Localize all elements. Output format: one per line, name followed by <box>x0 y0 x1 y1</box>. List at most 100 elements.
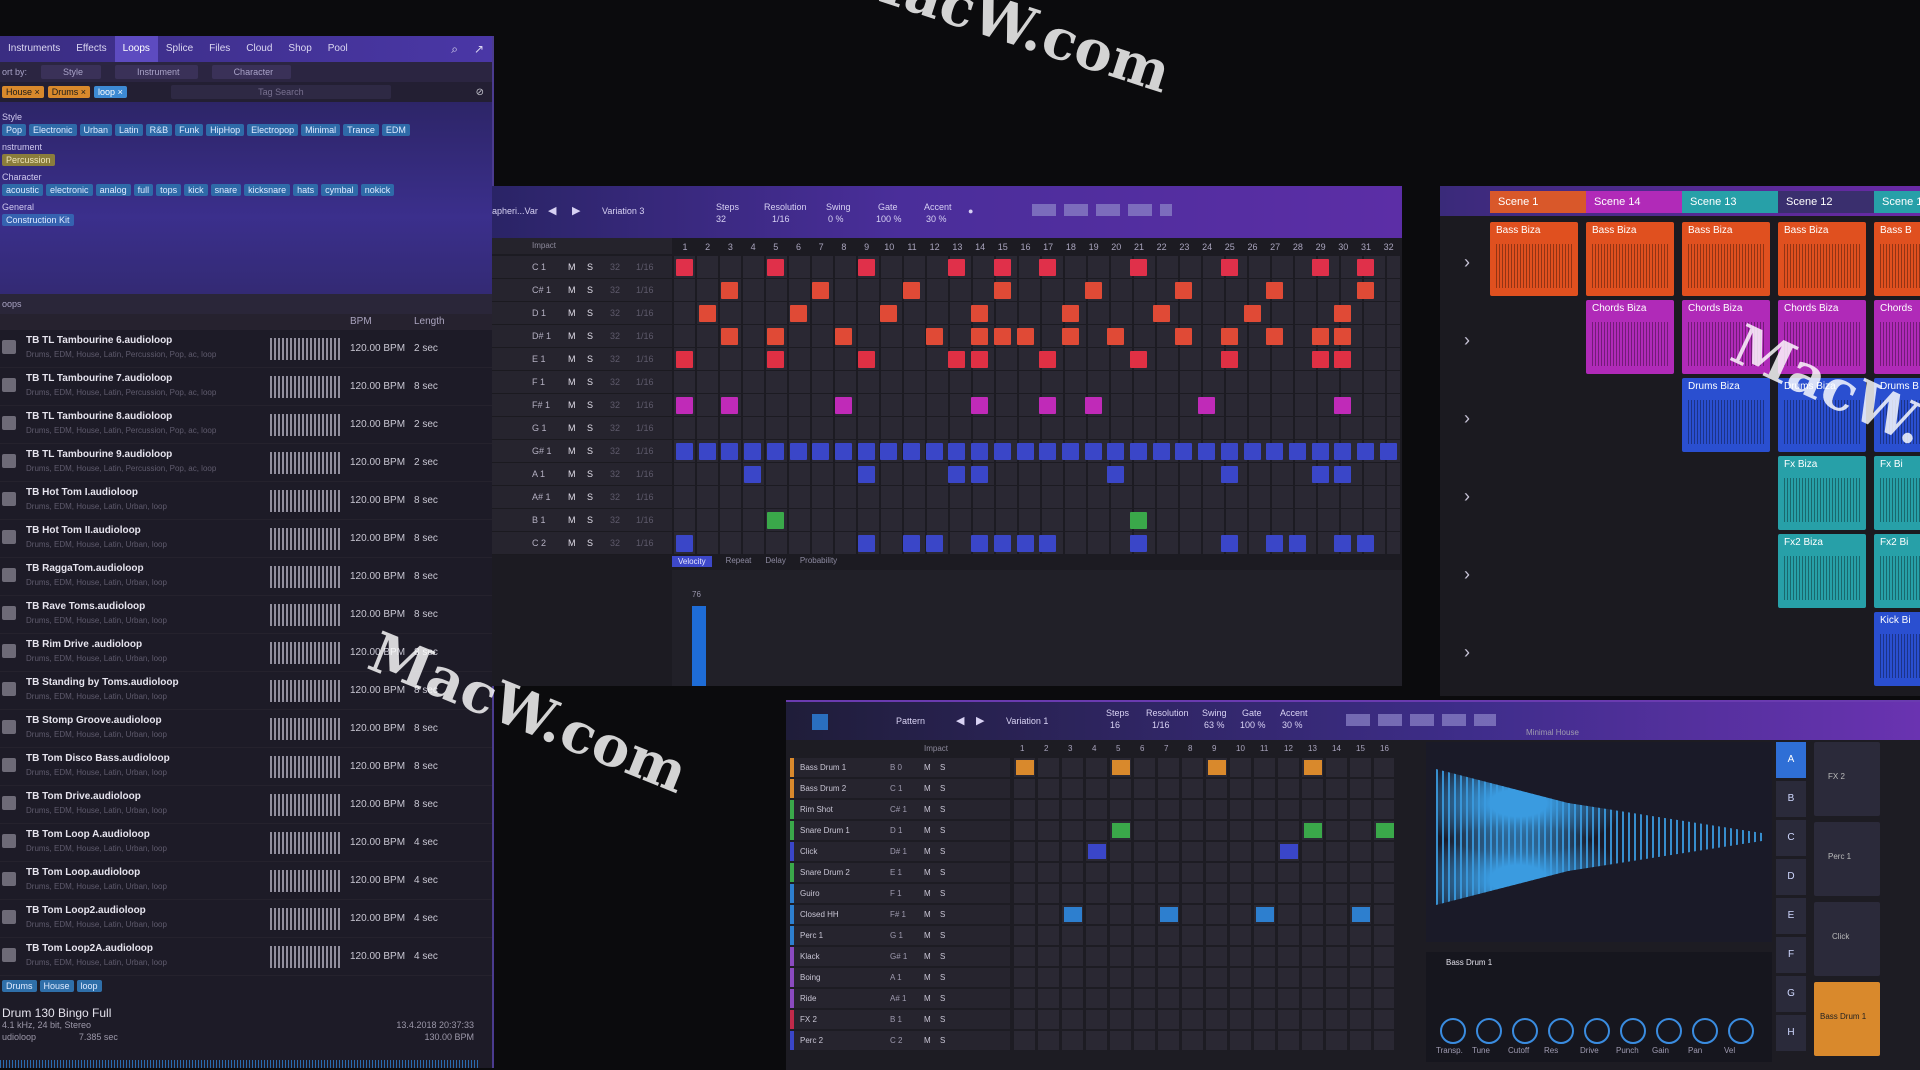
filter-tag[interactable]: Percussion <box>2 154 55 166</box>
filter-tag[interactable]: electronic <box>46 184 93 196</box>
step-on[interactable] <box>676 397 693 414</box>
filter-tag[interactable]: Electronic <box>29 124 77 136</box>
step-on[interactable] <box>1357 535 1374 552</box>
step-on[interactable] <box>1039 351 1057 368</box>
step-on[interactable] <box>1175 328 1193 345</box>
step-on[interactable] <box>1243 305 1261 322</box>
step-on[interactable] <box>1304 823 1322 838</box>
gate-value[interactable]: 100 % <box>876 214 902 224</box>
solo-button[interactable]: S <box>587 538 593 548</box>
step-on[interactable] <box>766 259 784 276</box>
pad-fx2[interactable]: FX 2 <box>1814 742 1880 816</box>
loop-row[interactable]: TB Tom Disco Bass.audioloop Drums, EDM, H… <box>0 748 492 786</box>
step-on[interactable] <box>1061 305 1079 322</box>
step-on[interactable] <box>721 282 739 299</box>
solo-button[interactable]: S <box>940 931 945 940</box>
accent2-value[interactable]: 30 % <box>1282 720 1303 730</box>
knob[interactable] <box>1728 1018 1754 1044</box>
step-on[interactable] <box>1160 907 1178 922</box>
drum-lane-steps[interactable] <box>1014 947 1394 966</box>
drum-lane-steps[interactable] <box>1014 989 1394 1008</box>
clip[interactable]: Chords Biza <box>1586 300 1674 374</box>
step-on[interactable] <box>1088 844 1106 859</box>
mute-button[interactable]: M <box>924 763 931 772</box>
track-expand-icon[interactable]: › <box>1464 330 1470 351</box>
solo-button[interactable]: S <box>587 377 593 387</box>
step-on[interactable] <box>1266 443 1284 460</box>
next-pattern-icon[interactable]: ▶ <box>976 714 984 727</box>
filter-tag[interactable]: analog <box>95 184 131 196</box>
lane-steps-grid[interactable] <box>674 302 1400 324</box>
knob[interactable] <box>1512 1018 1538 1044</box>
accent-value[interactable]: 30 % <box>926 214 947 224</box>
step-on[interactable] <box>834 443 852 460</box>
clip[interactable]: Drums Biza <box>1682 378 1770 452</box>
pad-perc1[interactable]: Perc 1 <box>1814 822 1880 896</box>
step-on[interactable] <box>744 466 762 483</box>
solo-button[interactable]: S <box>587 308 593 318</box>
steps-value[interactable]: 32 <box>716 214 726 224</box>
knob[interactable] <box>1440 1018 1466 1044</box>
loop-row[interactable]: TB Tom Loop.audioloop Drums, EDM, House, … <box>0 862 492 900</box>
step-on[interactable] <box>1220 351 1238 368</box>
mute-button[interactable]: M <box>568 515 576 525</box>
solo-button[interactable]: S <box>940 826 945 835</box>
step-on[interactable] <box>698 305 716 322</box>
drum-lane-steps[interactable] <box>1014 968 1394 987</box>
step-on[interactable] <box>1311 259 1329 276</box>
prev-pattern-icon[interactable]: ◀ <box>956 714 964 727</box>
tab-velocity[interactable]: Velocity <box>672 556 712 567</box>
step-on[interactable] <box>1280 844 1298 859</box>
solo-button[interactable]: S <box>940 973 945 982</box>
step-on[interactable] <box>1256 907 1274 922</box>
mute-button[interactable]: M <box>924 1015 931 1024</box>
filter-tag[interactable]: Latin <box>115 124 143 136</box>
pad-bank-button[interactable]: E <box>1776 898 1806 934</box>
filter-tag[interactable]: EDM <box>381 124 410 136</box>
step-on[interactable] <box>1039 259 1057 276</box>
tab-cloud[interactable]: Cloud <box>238 36 280 62</box>
tab-instruments[interactable]: Instruments <box>0 36 68 62</box>
filter-tag[interactable]: Funk <box>175 124 204 136</box>
step-on[interactable] <box>1107 466 1125 483</box>
mute-button[interactable]: M <box>568 469 576 479</box>
edit-tool-icon[interactable] <box>812 714 828 730</box>
solo-button[interactable]: S <box>587 400 593 410</box>
step-on[interactable] <box>903 282 920 299</box>
step-on[interactable] <box>857 535 875 552</box>
pad-bass-drum-1[interactable]: Bass Drum 1 <box>1814 982 1880 1056</box>
step-on[interactable] <box>1288 535 1306 552</box>
step-on[interactable] <box>766 351 784 368</box>
solo-button[interactable]: S <box>587 423 593 433</box>
step-on[interactable] <box>1061 443 1079 460</box>
step-on[interactable] <box>925 328 943 345</box>
step-on[interactable] <box>676 443 693 460</box>
instrument2-select[interactable]: Impact <box>924 744 948 753</box>
knob[interactable] <box>1656 1018 1682 1044</box>
step-on[interactable] <box>948 466 966 483</box>
solo-button[interactable]: S <box>587 285 593 295</box>
lane-steps-grid[interactable] <box>674 348 1400 370</box>
step-on[interactable] <box>1334 351 1352 368</box>
instrument-select[interactable]: Impact <box>532 241 556 250</box>
step-on[interactable] <box>1334 535 1352 552</box>
scene-1[interactable]: Scene 1 <box>1490 191 1586 213</box>
loop-row[interactable]: TB Rave Toms.audioloop Drums, EDM, House,… <box>0 596 492 634</box>
mute-button[interactable]: M <box>568 308 576 318</box>
filter-tag[interactable]: Urban <box>79 124 113 136</box>
mute-button[interactable]: M <box>924 931 931 940</box>
clip[interactable]: Fx Biza <box>1778 456 1866 530</box>
solo-button[interactable]: S <box>587 262 593 272</box>
step-on[interactable] <box>1334 305 1352 322</box>
filter-tag[interactable]: tops <box>156 184 182 196</box>
filter-tag[interactable]: HipHop <box>206 124 245 136</box>
step-on[interactable] <box>1220 466 1238 483</box>
chip-drums[interactable]: Drums × <box>47 86 91 98</box>
step-on[interactable] <box>1016 760 1034 775</box>
chip-loop[interactable]: loop × <box>94 86 127 98</box>
solo-button[interactable]: S <box>587 446 593 456</box>
step-on[interactable] <box>1334 443 1352 460</box>
step-on[interactable] <box>789 443 807 460</box>
clip[interactable]: Kick Bi <box>1874 612 1920 686</box>
step-on[interactable] <box>971 351 989 368</box>
